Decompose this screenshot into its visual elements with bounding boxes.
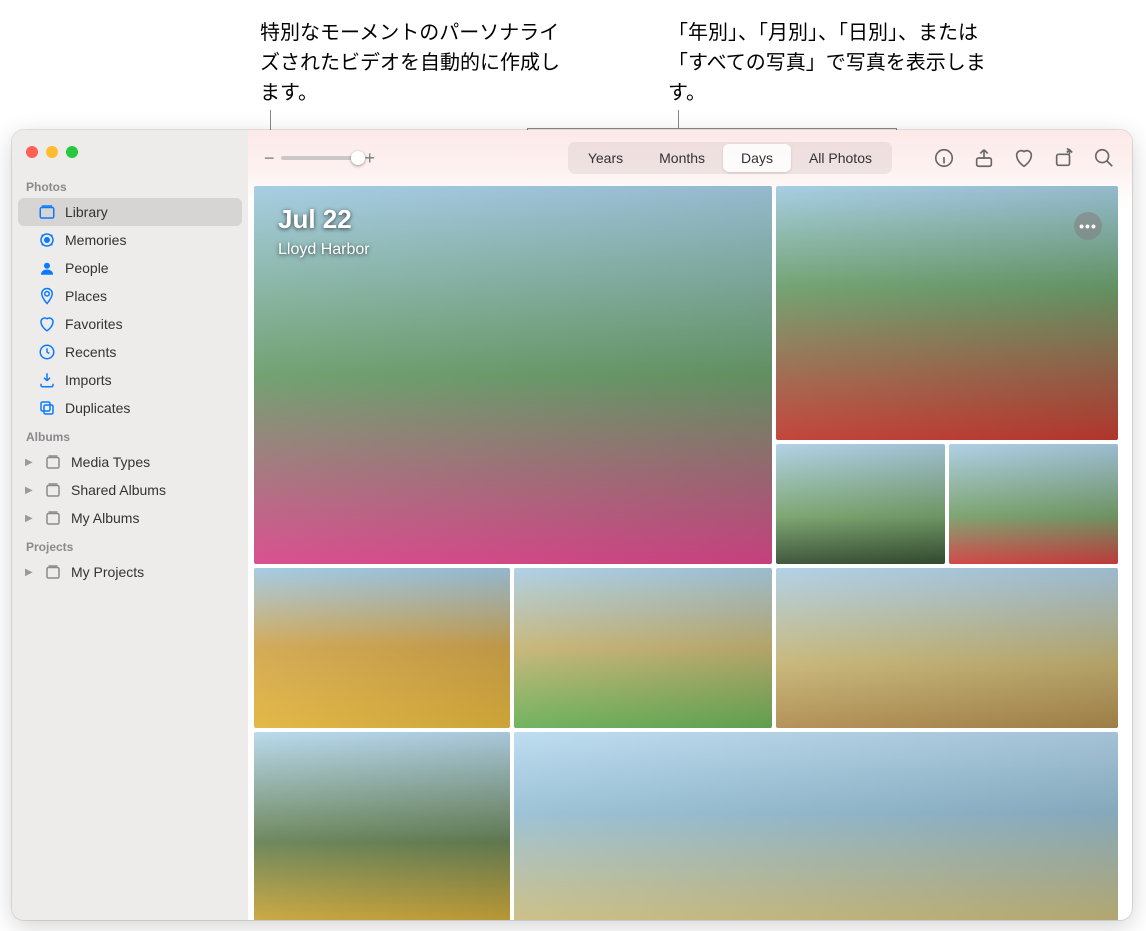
sidebar-item-recents[interactable]: Recents — [18, 338, 242, 366]
sidebar-item-label: Favorites — [65, 316, 123, 332]
window-controls — [12, 140, 248, 172]
photo-thumbnail[interactable] — [254, 568, 510, 728]
chevron-right-icon: ▶ — [25, 485, 35, 496]
photo-thumbnail[interactable] — [949, 444, 1118, 564]
more-button[interactable]: ••• — [1074, 212, 1102, 240]
tab-months[interactable]: Months — [641, 144, 723, 172]
sidebar: Photos Library Memories People Places — [12, 130, 248, 920]
photo-thumbnail[interactable] — [776, 186, 1118, 440]
places-icon — [38, 287, 56, 305]
clock-icon — [38, 343, 56, 361]
minimize-window-button[interactable] — [46, 146, 58, 158]
sidebar-item-label: My Projects — [71, 564, 144, 580]
sidebar-item-memories[interactable]: Memories — [18, 226, 242, 254]
callout-memories: 特別なモーメントのパーソナライズされたビデオを自動的に作成します。 — [260, 18, 560, 108]
share-icon[interactable] — [972, 146, 996, 170]
main-content: − + Years Months Days All Photos — [248, 130, 1132, 920]
tab-all-photos[interactable]: All Photos — [791, 144, 890, 172]
sidebar-item-places[interactable]: Places — [18, 282, 242, 310]
sidebar-item-my-projects[interactable]: ▶ My Projects — [18, 558, 242, 586]
location-label: Lloyd Harbor — [278, 241, 370, 259]
sidebar-section-projects: Projects — [12, 532, 248, 558]
library-icon — [38, 203, 56, 221]
zoom-out-button[interactable]: − — [264, 148, 275, 169]
rotate-icon[interactable] — [1052, 146, 1076, 170]
tab-years[interactable]: Years — [570, 144, 641, 172]
favorite-icon[interactable] — [1012, 146, 1036, 170]
heart-icon — [38, 315, 56, 333]
photo-thumbnail[interactable] — [776, 444, 945, 564]
zoom-in-button[interactable]: + — [365, 148, 376, 169]
sidebar-item-people[interactable]: People — [18, 254, 242, 282]
tab-days[interactable]: Days — [723, 144, 791, 172]
duplicates-icon — [38, 399, 56, 417]
date-header: Jul 22 Lloyd Harbor — [278, 204, 370, 259]
zoom-slider-knob[interactable] — [351, 151, 365, 165]
zoom-slider[interactable] — [281, 156, 359, 160]
album-icon — [44, 453, 62, 471]
album-icon — [44, 509, 62, 527]
photo-thumbnail[interactable] — [776, 568, 1118, 728]
sidebar-item-label: Shared Albums — [71, 482, 166, 498]
callout-view-tabs: 「年別」、「月別」、「日別」、または「すべての写真」で写真を表示します。 — [668, 18, 998, 108]
zoom-control: − + — [264, 148, 375, 169]
sidebar-item-label: My Albums — [71, 510, 139, 526]
toolbar-actions — [932, 146, 1116, 170]
photo-thumbnail[interactable] — [514, 732, 1118, 920]
sidebar-item-label: Recents — [65, 344, 116, 360]
chevron-right-icon: ▶ — [25, 513, 35, 524]
sidebar-item-media-types[interactable]: ▶ Media Types — [18, 448, 242, 476]
info-icon[interactable] — [932, 146, 956, 170]
sidebar-section-albums: Albums — [12, 422, 248, 448]
sidebar-item-label: Library — [65, 204, 108, 220]
sidebar-item-my-albums[interactable]: ▶ My Albums — [18, 504, 242, 532]
date-label: Jul 22 — [278, 204, 370, 235]
sidebar-item-label: Places — [65, 288, 107, 304]
sidebar-item-favorites[interactable]: Favorites — [18, 310, 242, 338]
sidebar-item-label: Imports — [65, 372, 112, 388]
sidebar-item-label: Duplicates — [65, 400, 130, 416]
chevron-right-icon: ▶ — [25, 567, 35, 578]
photos-app-window: Photos Library Memories People Places — [12, 130, 1132, 920]
sidebar-item-label: People — [65, 260, 109, 276]
callout-line — [527, 128, 897, 129]
sidebar-section-photos: Photos — [12, 172, 248, 198]
sidebar-item-imports[interactable]: Imports — [18, 366, 242, 394]
search-icon[interactable] — [1092, 146, 1116, 170]
callout-line — [678, 110, 679, 128]
photo-thumbnail[interactable] — [514, 568, 772, 728]
people-icon — [38, 259, 56, 277]
sidebar-item-duplicates[interactable]: Duplicates — [18, 394, 242, 422]
sidebar-item-shared-albums[interactable]: ▶ Shared Albums — [18, 476, 242, 504]
close-window-button[interactable] — [26, 146, 38, 158]
sidebar-item-library[interactable]: Library — [18, 198, 242, 226]
shared-album-icon — [44, 481, 62, 499]
view-segmented-control: Years Months Days All Photos — [568, 142, 892, 174]
toolbar: − + Years Months Days All Photos — [248, 130, 1132, 186]
photo-thumbnail[interactable] — [254, 732, 510, 920]
fullscreen-window-button[interactable] — [66, 146, 78, 158]
projects-icon — [44, 563, 62, 581]
sidebar-item-label: Media Types — [71, 454, 150, 470]
import-icon — [38, 371, 56, 389]
photo-grid: Jul 22 Lloyd Harbor ••• — [248, 186, 1132, 920]
chevron-right-icon: ▶ — [25, 457, 35, 468]
memories-icon — [38, 231, 56, 249]
sidebar-item-label: Memories — [65, 232, 126, 248]
